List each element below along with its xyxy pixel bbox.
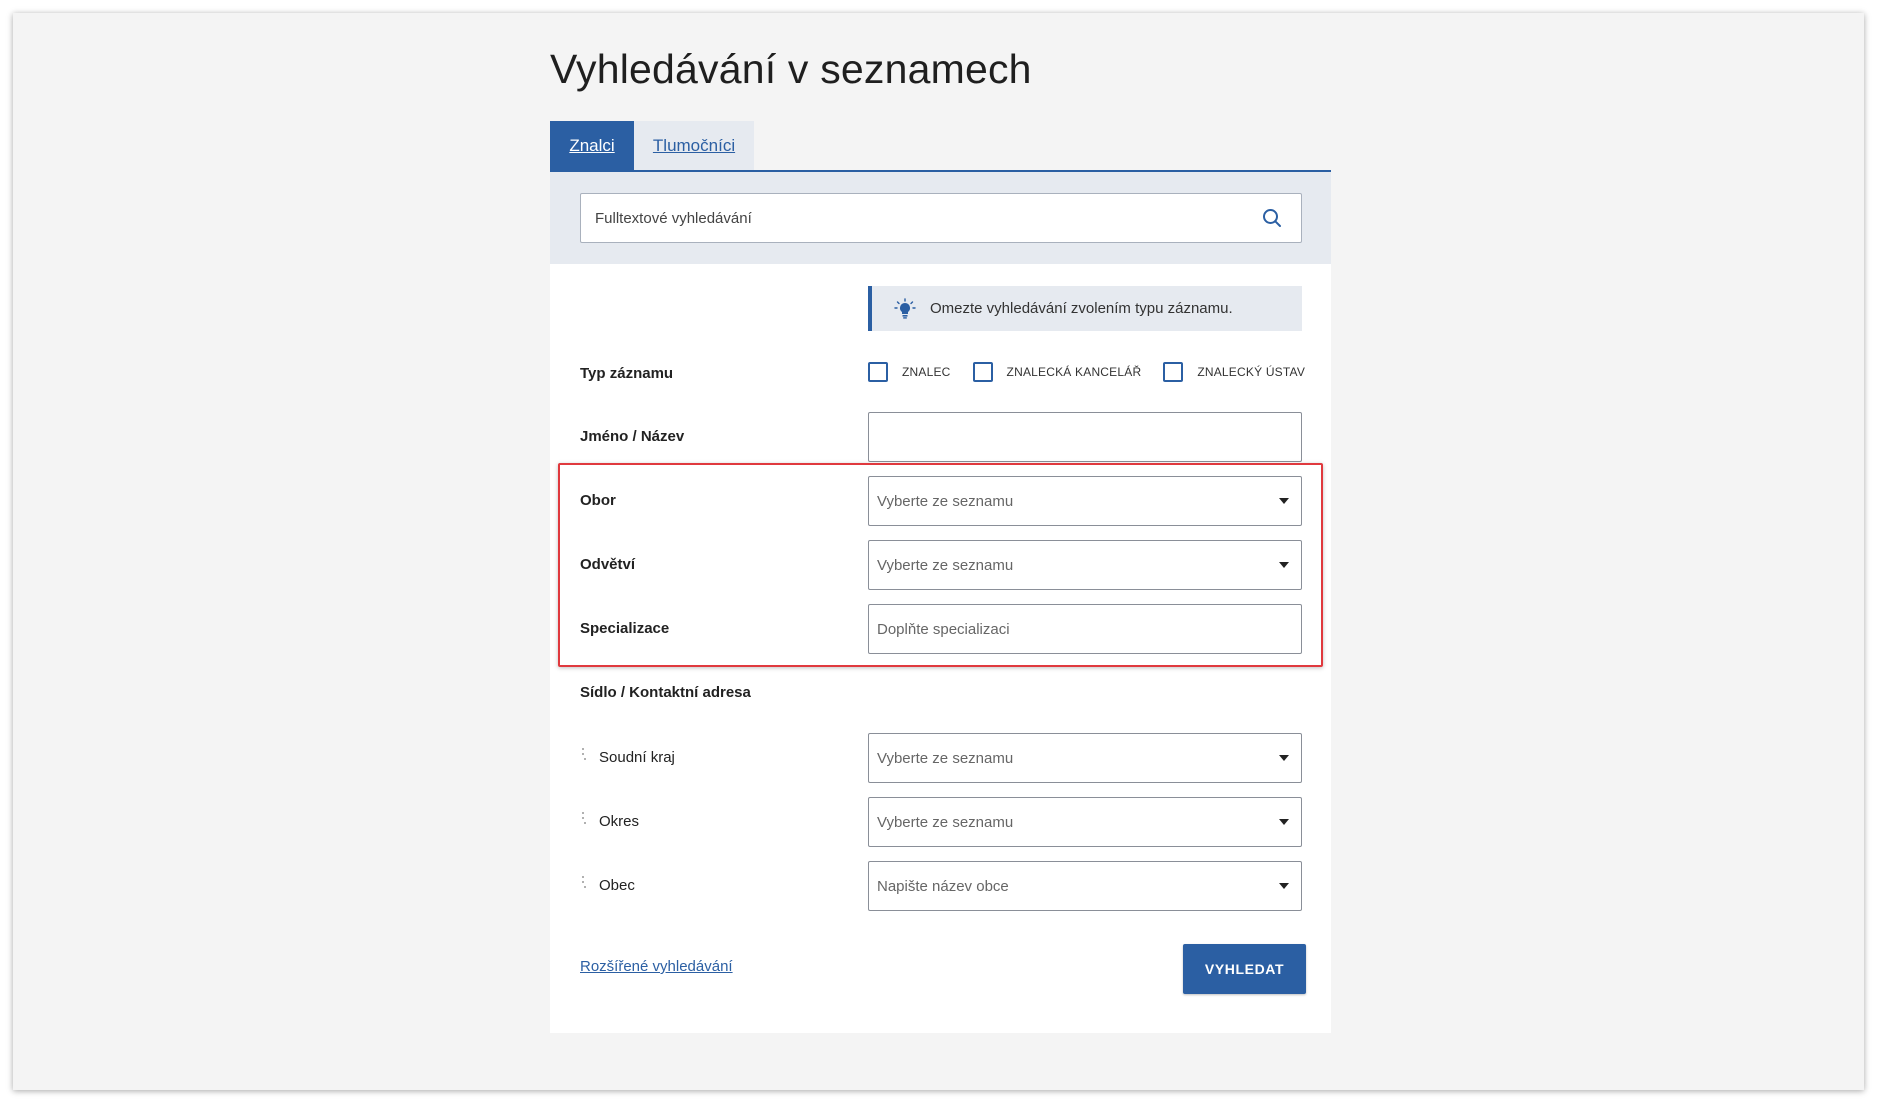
checkbox-znalecky-ustav-label: ZNALECKÝ ÚSTAV	[1197, 365, 1306, 379]
obec-select[interactable]: Napište název obce	[868, 861, 1302, 911]
search-form: Omezte vyhledávání zvolením typu záznamu…	[550, 264, 1331, 1033]
name-field	[868, 412, 1302, 462]
checkbox-znalecka-kancelar-box[interactable]	[972, 362, 993, 382]
page-title: Vyhledávání v seznamech	[550, 46, 1032, 92]
indent-marker-icon	[582, 812, 586, 824]
soudni-kraj-select[interactable]: Vyberte ze seznamu	[868, 733, 1302, 783]
obor-label: Obor	[580, 492, 616, 509]
soudni-kraj-select-value: Vyberte ze seznamu	[877, 749, 1014, 767]
checkbox-znalecky-ustav[interactable]: ZNALECKÝ ÚSTAV	[1163, 362, 1305, 382]
hint-text: Omezte vyhledávání zvolením typu záznamu…	[930, 300, 1233, 317]
chevron-down-icon	[1279, 755, 1289, 761]
odvetvi-select[interactable]: Vyberte ze seznamu	[868, 540, 1302, 590]
odvetvi-label: Odvětví	[580, 556, 636, 573]
address-label: Sídlo / Kontaktní adresa	[580, 684, 751, 701]
okres-select[interactable]: Vyberte ze seznamu	[868, 797, 1302, 847]
checkbox-znalec-label: ZNALEC	[902, 365, 951, 379]
obec-label: Obec	[599, 877, 635, 894]
okres-label: Okres	[599, 813, 640, 830]
search-band	[550, 172, 1331, 264]
specializace-label: Specializace	[580, 620, 670, 637]
obor-select-value: Vyberte ze seznamu	[877, 492, 1014, 510]
chevron-down-icon	[1279, 498, 1289, 504]
tab-znalci[interactable]: Znalci	[550, 121, 634, 171]
tab-bar: Znalci Tlumočníci	[550, 121, 754, 171]
checkbox-znalecka-kancelar[interactable]: ZNALECKÁ KANCELÁŘ	[972, 362, 1142, 382]
search-button[interactable]: VYHLEDAT	[1183, 944, 1306, 994]
specializace-input[interactable]	[869, 605, 1301, 653]
record-type-group: ZNALEC ZNALECKÁ KANCELÁŘ ZNALECKÝ ÚSTAV	[868, 362, 1327, 382]
odvetvi-select-value: Vyberte ze seznamu	[877, 556, 1014, 574]
chevron-down-icon	[1279, 819, 1289, 825]
checkbox-znalecka-kancelar-label: ZNALECKÁ KANCELÁŘ	[1006, 365, 1142, 379]
fulltext-search-input[interactable]	[581, 194, 1261, 242]
tab-tlumocnici[interactable]: Tlumočníci	[634, 121, 754, 171]
name-input[interactable]	[869, 413, 1301, 461]
chevron-down-icon	[1279, 883, 1289, 889]
record-type-label: Typ záznamu	[580, 365, 674, 382]
fulltext-search-box	[580, 193, 1302, 243]
soudni-kraj-label: Soudní kraj	[599, 749, 675, 766]
checkbox-znalecky-ustav-box[interactable]	[1163, 362, 1184, 382]
checkbox-znalec-box[interactable]	[868, 362, 888, 382]
hint-box: Omezte vyhledávání zvolením typu záznamu…	[868, 286, 1302, 331]
obec-select-value: Napište název obce	[877, 877, 1009, 895]
indent-marker-icon	[582, 876, 586, 888]
okres-select-value: Vyberte ze seznamu	[877, 813, 1014, 831]
name-label: Jméno / Název	[580, 428, 685, 445]
indent-marker-icon	[582, 748, 586, 760]
specializace-field	[868, 604, 1302, 654]
search-icon[interactable]	[1261, 207, 1283, 229]
lightbulb-icon	[894, 297, 916, 320]
advanced-search-link[interactable]: Rozšířené vyhledávání	[580, 958, 733, 975]
chevron-down-icon	[1279, 562, 1289, 568]
checkbox-znalec[interactable]: ZNALEC	[868, 362, 951, 382]
obor-select[interactable]: Vyberte ze seznamu	[868, 476, 1302, 526]
